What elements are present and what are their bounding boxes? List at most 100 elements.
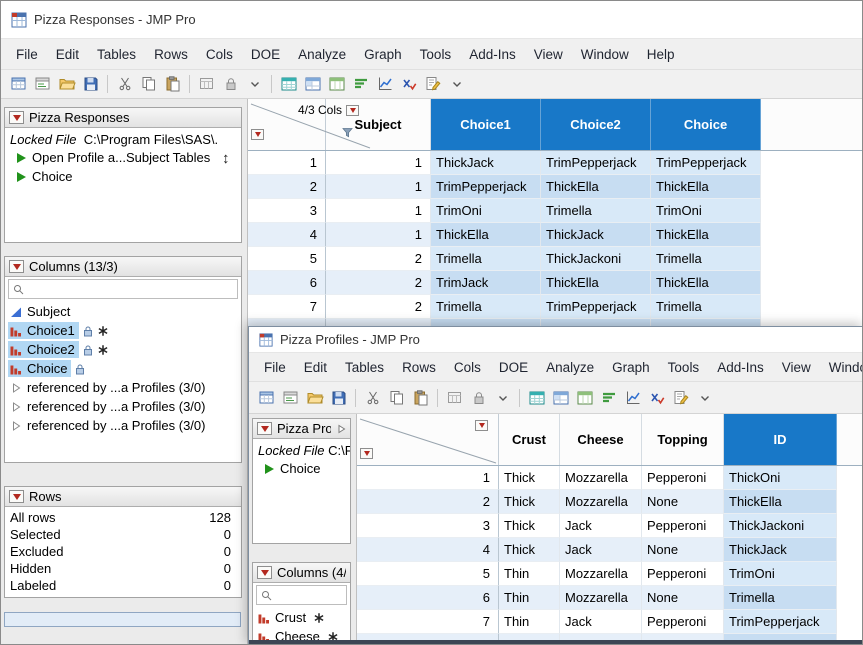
open-icon[interactable] (303, 386, 326, 409)
chevron-icon[interactable] (693, 386, 716, 409)
new-data-table-icon[interactable] (255, 386, 278, 409)
cell[interactable]: Thick (499, 490, 560, 514)
menu-edit[interactable]: Edit (295, 356, 336, 379)
save-icon[interactable] (327, 386, 350, 409)
rows-red-triangle-icon[interactable] (360, 448, 373, 459)
paste-icon[interactable] (409, 386, 432, 409)
cell[interactable]: ThickJack (541, 223, 651, 247)
cell[interactable]: ThickJackoni (541, 247, 651, 271)
cell[interactable]: ThickElla (431, 223, 541, 247)
row-number[interactable]: 1 (248, 151, 326, 175)
row-number[interactable]: 2 (357, 490, 499, 514)
column-header-topping[interactable]: Topping (642, 414, 724, 465)
cell[interactable]: Trimella (431, 295, 541, 319)
table-script-choice[interactable]: Choice (8, 167, 241, 186)
cell[interactable]: Pepperoni (642, 466, 724, 490)
cell[interactable]: Jack (560, 514, 642, 538)
cut-icon[interactable] (113, 73, 136, 96)
menu-add-ins[interactable]: Add-Ins (708, 356, 773, 379)
cell[interactable]: TrimPepperjack (541, 295, 651, 319)
columns-red-triangle-icon[interactable] (346, 105, 359, 116)
rows-red-triangle-icon[interactable] (251, 129, 264, 140)
menu-analyze[interactable]: Analyze (289, 43, 355, 66)
new-script-icon[interactable] (279, 386, 302, 409)
column-item-referenced-by-a-profiles-3-0[interactable]: referenced by ...a Profiles (3/0) (5, 397, 241, 416)
row-number[interactable]: 5 (248, 247, 326, 271)
column-item-subject[interactable]: Subject (5, 302, 241, 321)
copy-table-icon[interactable] (195, 73, 218, 96)
red-triangle-menu-icon[interactable] (9, 111, 24, 124)
cell[interactable]: ThickElla (651, 175, 761, 199)
cell[interactable]: ThickElla (651, 223, 761, 247)
cell[interactable]: TrimPepperjack (724, 610, 837, 634)
lock-icon[interactable] (467, 386, 490, 409)
red-triangle-menu-icon[interactable] (257, 566, 272, 579)
column-item-referenced-by-a-profiles-3-0[interactable]: referenced by ...a Profiles (3/0) (5, 378, 241, 397)
column-header-id[interactable]: ID (724, 414, 837, 465)
menu-window[interactable]: Window (820, 356, 863, 379)
menu-doe[interactable]: DOE (242, 43, 289, 66)
cell[interactable]: Jack (560, 538, 642, 562)
cell[interactable]: Trimella (541, 199, 651, 223)
open-icon[interactable] (55, 73, 78, 96)
cell[interactable]: ThickJack (431, 151, 541, 175)
profiles-titlebar[interactable]: Pizza Profiles - JMP Pro (249, 327, 863, 353)
cell[interactable]: 2 (326, 247, 431, 271)
red-triangle-menu-icon[interactable] (257, 422, 272, 435)
column-item-crust[interactable]: Crust (253, 608, 350, 627)
column-header-crust[interactable]: Crust (499, 414, 560, 465)
tabulate-icon[interactable] (325, 73, 348, 96)
column-item-choice[interactable]: Choice (5, 359, 241, 378)
cell[interactable]: 1 (326, 223, 431, 247)
responses-titlebar[interactable]: Pizza Responses - JMP Pro (1, 1, 863, 39)
cell[interactable]: TrimPepperjack (541, 151, 651, 175)
menu-view[interactable]: View (773, 356, 820, 379)
menu-analyze[interactable]: Analyze (537, 356, 603, 379)
copy-icon[interactable] (137, 73, 160, 96)
red-triangle-menu-icon[interactable] (9, 490, 24, 503)
cell[interactable]: Trimella (724, 586, 837, 610)
cell[interactable]: Thick (499, 538, 560, 562)
menu-tools[interactable]: Tools (659, 356, 709, 379)
column-header-choice2[interactable]: Choice2 (541, 99, 651, 150)
save-icon[interactable] (79, 73, 102, 96)
cell[interactable]: TrimJack (431, 271, 541, 295)
menu-rows[interactable]: Rows (393, 356, 445, 379)
menu-window[interactable]: Window (572, 43, 638, 66)
grid-corner[interactable] (357, 414, 499, 465)
cell[interactable]: Thin (499, 562, 560, 586)
menu-file[interactable]: File (7, 43, 47, 66)
graph-builder-icon[interactable] (621, 386, 644, 409)
script-icon[interactable] (669, 386, 692, 409)
menu-file[interactable]: File (255, 356, 295, 379)
red-triangle-menu-icon[interactable] (9, 260, 24, 273)
row-number[interactable]: 6 (357, 586, 499, 610)
menu-cols[interactable]: Cols (197, 43, 242, 66)
menu-rows[interactable]: Rows (145, 43, 197, 66)
row-number[interactable]: 5 (357, 562, 499, 586)
subset-icon[interactable] (301, 73, 324, 96)
cell[interactable]: Thin (499, 586, 560, 610)
cell[interactable]: TrimPepperjack (651, 151, 761, 175)
columns-search-input[interactable] (28, 282, 233, 296)
formula-icon[interactable] (645, 386, 668, 409)
table-script-open-profile[interactable]: Open Profile a...Subject Tables (8, 148, 241, 167)
cell[interactable]: ThickJack (724, 538, 837, 562)
cell[interactable]: Pepperoni (642, 562, 724, 586)
columns-red-triangle-icon[interactable] (475, 420, 488, 431)
cell[interactable]: TrimOni (651, 199, 761, 223)
columns-count-label[interactable]: 4/3 Cols (298, 103, 359, 117)
script-icon[interactable] (421, 73, 444, 96)
row-number[interactable]: 4 (357, 538, 499, 562)
copy-table-icon[interactable] (443, 386, 466, 409)
cell[interactable]: Trimella (651, 247, 761, 271)
cell[interactable]: 1 (326, 151, 431, 175)
cell[interactable]: Trimella (651, 295, 761, 319)
cell[interactable]: ThickJackoni (724, 514, 837, 538)
column-header-cheese[interactable]: Cheese (560, 414, 642, 465)
menu-help[interactable]: Help (638, 43, 684, 66)
cell[interactable]: Pepperoni (642, 610, 724, 634)
menu-view[interactable]: View (525, 43, 572, 66)
cell[interactable]: Mozzarella (560, 562, 642, 586)
cell[interactable]: Thick (499, 514, 560, 538)
